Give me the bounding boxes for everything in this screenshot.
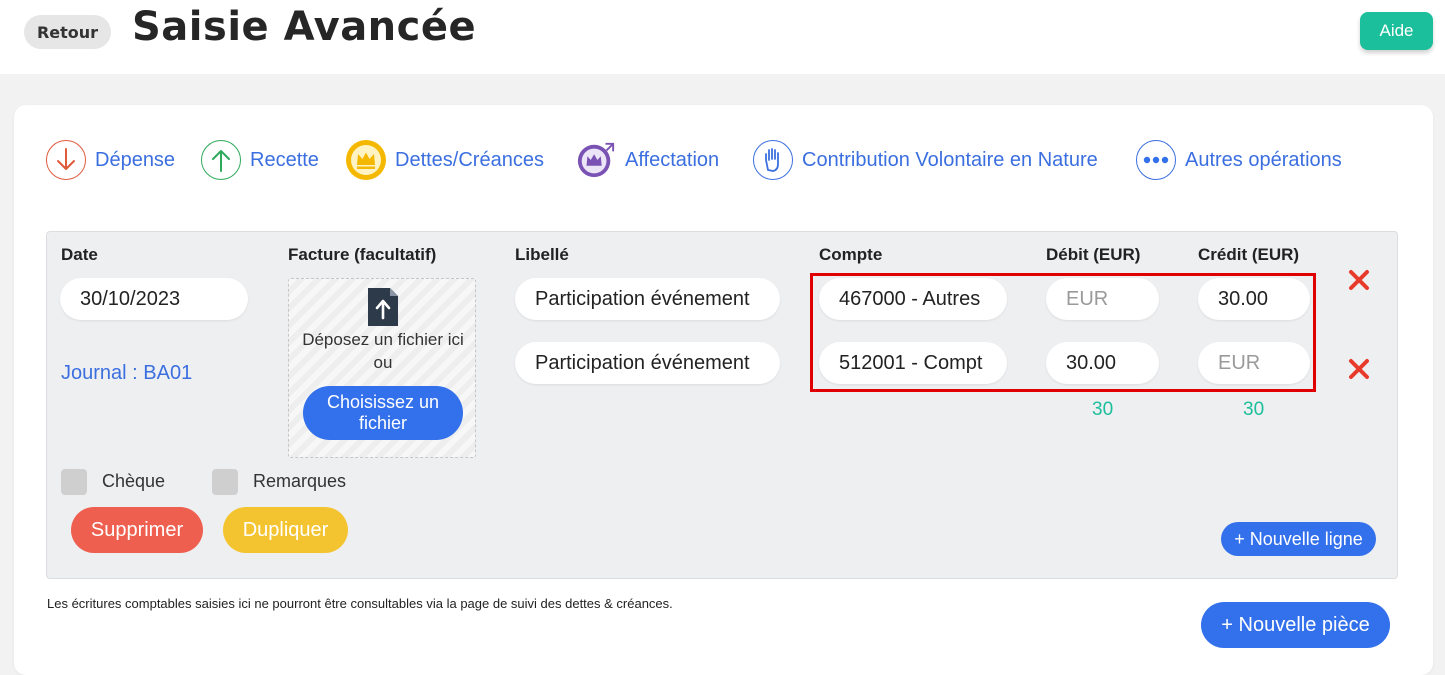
journal-link[interactable]: Journal : BA01 [61,362,192,385]
dropzone-or: ou [373,353,393,372]
debit-total: 30 [1092,399,1114,420]
line-2-delete-icon[interactable] [1347,357,1371,381]
tab-depense-label: Dépense [95,148,176,171]
column-header-debit: Débit (EUR) [1046,245,1141,264]
highlight-frame [810,273,1316,392]
dropzone-text: Déposez un fichier ici [302,330,464,349]
more-dots-icon [1136,140,1176,180]
crown-icon [346,140,386,180]
line-1-label-input[interactable] [515,278,780,320]
remarks-label: Remarques [253,471,347,491]
line-1-delete-icon[interactable] [1347,268,1371,292]
remarks-checkbox[interactable] [212,469,238,495]
tab-contribution-volontaire[interactable]: Contribution Volontaire en Nature [753,138,1098,182]
choose-file-label-1: Choisissez un [326,392,440,412]
tab-dettes-creances[interactable]: Dettes/Créances [346,138,544,182]
column-header-date: Date [61,245,98,264]
help-button[interactable]: Aide [1360,12,1433,50]
column-header-credit: Crédit (EUR) [1198,245,1300,264]
column-header-label: Libellé [515,245,569,264]
tab-autres-operations-label: Autres opérations [1185,148,1342,171]
tab-affectation-label: Affectation [625,148,720,171]
tab-recette[interactable]: Recette [201,138,319,182]
new-piece-button[interactable]: + Nouvelle pièce [1201,602,1390,648]
tab-contribution-volontaire-label: Contribution Volontaire en Nature [802,148,1098,171]
column-header-invoice: Facture (facultatif) [288,245,437,264]
invoice-dropzone[interactable]: Déposez un fichier ici ou Choisissez un … [288,278,476,458]
tab-affectation[interactable]: Affectation [576,138,719,182]
crown-transfer-icon [576,140,616,180]
line-2-label-input[interactable] [515,342,780,384]
arrow-down-icon [46,140,86,180]
cheque-label: Chèque [102,471,166,491]
column-header-account: Compte [819,245,883,264]
tab-recette-label: Recette [250,148,319,171]
page-title: Saisie Avancée [132,4,477,50]
back-button[interactable]: Retour [24,15,111,49]
choose-file-label-2: fichier [358,413,407,433]
duplicate-button[interactable]: Dupliquer [223,507,348,553]
footer-note: Les écritures comptables saisies ici ne … [47,596,673,611]
tab-dettes-creances-label: Dettes/Créances [395,148,544,171]
date-input[interactable] [60,278,248,320]
tab-depense[interactable]: Dépense [46,138,175,182]
cheque-checkbox[interactable] [61,469,87,495]
top-bar: Retour Saisie Avancée Aide [0,0,1445,74]
file-upload-icon [366,286,400,333]
delete-button[interactable]: Supprimer [71,507,203,553]
hand-icon [753,140,793,180]
arrow-up-icon [201,140,241,180]
new-line-button[interactable]: + Nouvelle ligne [1221,522,1376,556]
tab-autres-operations[interactable]: Autres opérations [1136,138,1342,182]
credit-total: 30 [1243,399,1265,420]
choose-file-button[interactable]: Choisissez un fichier [303,386,463,440]
